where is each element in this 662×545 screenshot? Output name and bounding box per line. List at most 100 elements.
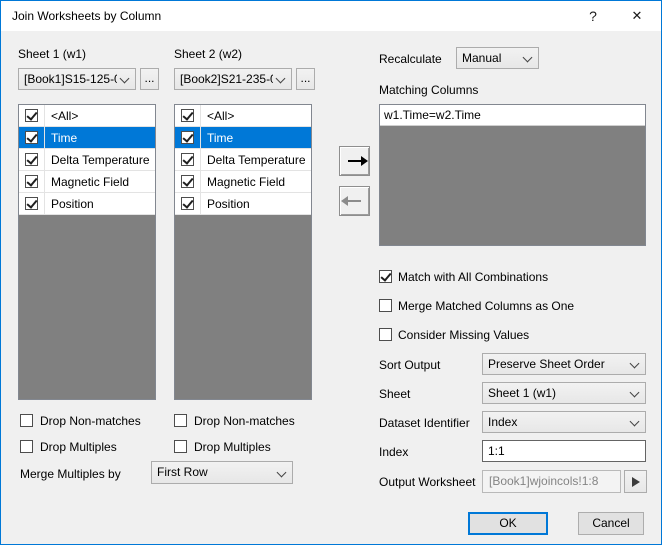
chevron-down-icon <box>630 359 640 369</box>
sheet1-row-all[interactable]: <All> <box>19 105 155 127</box>
sheet2-drop-nonmatches-label: Drop Non-matches <box>194 414 295 428</box>
sheet2-row-time[interactable]: Time <box>175 127 311 149</box>
sheet2-workbook-value: [Book2]S21-235-0 <box>180 69 273 89</box>
chevron-down-icon <box>630 388 640 398</box>
column-label: <All> <box>45 109 78 123</box>
sheet2-row-delta-temperature[interactable]: Delta Temperature <box>175 149 311 171</box>
merge-multiples-combobox[interactable]: First Row <box>151 461 293 484</box>
arrow-right-icon <box>348 160 361 162</box>
match-all-combinations-checkbox[interactable] <box>379 270 392 283</box>
close-icon[interactable]: ✕ <box>621 1 653 31</box>
sheet1-drop-nonmatches-checkbox[interactable] <box>20 414 33 427</box>
arrow-left-icon <box>348 200 361 202</box>
checkbox-cell <box>175 105 201 126</box>
dataset-identifier-value: Index <box>488 412 627 432</box>
column-checkbox[interactable] <box>25 109 38 122</box>
sheet2-browse-button[interactable]: ... <box>296 68 315 90</box>
matching-columns-list: w1.Time=w2.Time <box>379 104 646 246</box>
checkbox-cell <box>19 149 45 170</box>
add-match-button[interactable] <box>339 146 370 176</box>
sheet1-label: Sheet 1 (w1) <box>18 47 86 61</box>
output-worksheet-field: [Book1]wjoincols!1:8 <box>482 470 621 493</box>
sheet1-row-magnetic-field[interactable]: Magnetic Field <box>19 171 155 193</box>
consider-missing-values-checkbox[interactable] <box>379 328 392 341</box>
checkbox-cell <box>19 105 45 126</box>
sheet2-drop-multiples-label: Drop Multiples <box>194 440 271 454</box>
sheet2-drop-multiples-checkbox[interactable] <box>174 440 187 453</box>
chevron-down-icon <box>276 74 286 84</box>
column-label: Delta Temperature <box>201 153 306 167</box>
merge-multiples-value: First Row <box>157 462 274 483</box>
output-worksheet-label: Output Worksheet <box>379 475 476 489</box>
column-label: Time <box>201 131 233 145</box>
sheet1-row-delta-temperature[interactable]: Delta Temperature <box>19 149 155 171</box>
index-input[interactable]: 1:1 <box>482 440 646 462</box>
checkbox-cell <box>19 127 45 148</box>
title-bar[interactable]: Join Worksheets by Column ? ✕ <box>1 1 661 31</box>
column-label: Time <box>45 131 77 145</box>
sheet-label: Sheet <box>379 387 410 401</box>
checkbox-cell <box>175 149 201 170</box>
output-worksheet-browse-button[interactable] <box>624 470 647 493</box>
column-label: Position <box>201 197 250 211</box>
sheet1-row-position[interactable]: Position <box>19 193 155 215</box>
sheet1-column-list: <All> Time Delta Temperature Magnetic Fi… <box>18 104 156 400</box>
chevron-down-icon <box>630 417 640 427</box>
checkbox-cell <box>175 127 201 148</box>
match-all-combinations-label: Match with All Combinations <box>398 270 548 284</box>
sheet2-row-all[interactable]: <All> <box>175 105 311 127</box>
column-checkbox[interactable] <box>25 197 38 210</box>
sheet2-label: Sheet 2 (w2) <box>174 47 242 61</box>
sheet-value: Sheet 1 (w1) <box>488 383 627 403</box>
checkbox-cell <box>175 193 201 214</box>
matching-columns-entry[interactable]: w1.Time=w2.Time <box>380 105 645 126</box>
sheet2-row-position[interactable]: Position <box>175 193 311 215</box>
column-checkbox[interactable] <box>181 131 194 144</box>
sheet2-row-magnetic-field[interactable]: Magnetic Field <box>175 171 311 193</box>
chevron-down-icon <box>523 53 533 63</box>
cancel-button[interactable]: Cancel <box>578 512 644 535</box>
dialog-title: Join Worksheets by Column <box>12 1 161 31</box>
consider-missing-values-label: Consider Missing Values <box>398 328 529 342</box>
dataset-identifier-label: Dataset Identifier <box>379 416 470 430</box>
column-label: Position <box>45 197 94 211</box>
merge-matched-columns-checkbox[interactable] <box>379 299 392 312</box>
play-icon <box>632 477 640 487</box>
merge-matched-columns-label: Merge Matched Columns as One <box>398 299 574 313</box>
column-checkbox[interactable] <box>181 175 194 188</box>
sheet1-workbook-value: [Book1]S15-125-0 <box>24 69 117 89</box>
chevron-down-icon <box>120 74 130 84</box>
remove-match-button[interactable] <box>339 186 370 216</box>
recalculate-value: Manual <box>462 48 520 68</box>
help-icon[interactable]: ? <box>577 1 609 31</box>
column-checkbox[interactable] <box>25 175 38 188</box>
checkbox-cell <box>175 171 201 192</box>
recalculate-combobox[interactable]: Manual <box>456 47 539 69</box>
sort-output-value: Preserve Sheet Order <box>488 354 627 374</box>
column-label: Magnetic Field <box>201 175 285 189</box>
matching-columns-label: Matching Columns <box>379 83 478 97</box>
sheet1-browse-button[interactable]: ... <box>140 68 159 90</box>
ok-button[interactable]: OK <box>468 512 548 535</box>
join-worksheets-dialog: Join Worksheets by Column ? ✕ Sheet 1 (w… <box>0 0 662 545</box>
column-label: Magnetic Field <box>45 175 129 189</box>
column-checkbox[interactable] <box>181 197 194 210</box>
sheet1-row-time[interactable]: Time <box>19 127 155 149</box>
dataset-identifier-combobox[interactable]: Index <box>482 411 646 433</box>
column-label: Delta Temperature <box>45 153 150 167</box>
chevron-down-icon <box>277 468 287 478</box>
column-checkbox[interactable] <box>181 109 194 122</box>
sheet-combobox[interactable]: Sheet 1 (w1) <box>482 382 646 404</box>
sheet1-drop-multiples-checkbox[interactable] <box>20 440 33 453</box>
sort-output-combobox[interactable]: Preserve Sheet Order <box>482 353 646 375</box>
sheet1-drop-nonmatches-label: Drop Non-matches <box>40 414 141 428</box>
column-checkbox[interactable] <box>181 153 194 166</box>
sheet1-workbook-combobox[interactable]: [Book1]S15-125-0 <box>18 68 136 90</box>
sheet2-workbook-combobox[interactable]: [Book2]S21-235-0 <box>174 68 292 90</box>
sheet2-drop-nonmatches-checkbox[interactable] <box>174 414 187 427</box>
column-checkbox[interactable] <box>25 153 38 166</box>
column-checkbox[interactable] <box>25 131 38 144</box>
output-worksheet-value: [Book1]wjoincols!1:8 <box>489 471 617 492</box>
index-label: Index <box>379 445 408 459</box>
checkbox-cell <box>19 171 45 192</box>
